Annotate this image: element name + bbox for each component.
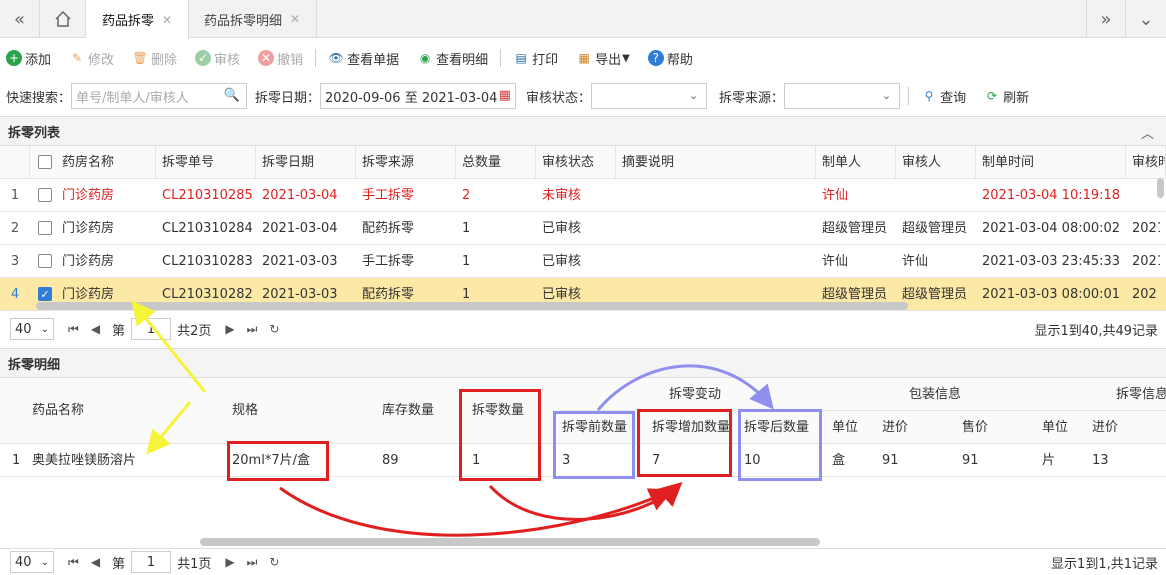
list-pager: 40 ⌄ ⏮ ◀ 第 1 共2页 ▶ ⏭ ↻ 显示1到40,共49记录	[0, 313, 1166, 345]
delete-button[interactable]: 🗑 删除	[132, 49, 177, 68]
refresh-button[interactable]: ⟳ 刷新	[984, 87, 1029, 106]
chevron-down-icon: ⌄	[40, 556, 49, 568]
table-row[interactable]: 3 门诊药房 CL210310283 2021-03-03 手工拆零 1 已审核…	[0, 245, 1166, 278]
chevron-down-icon[interactable]: ⌄	[1126, 0, 1166, 38]
view-document-button[interactable]: 👁 查看单据	[328, 49, 399, 68]
export-icon: ▦	[578, 51, 590, 65]
annotation-box-spec	[227, 441, 329, 481]
col-header[interactable]: 审核状态	[536, 146, 616, 179]
col-header[interactable]: 制单时间	[976, 146, 1126, 179]
chevron-down-icon: ⌄	[40, 323, 49, 335]
select-all-checkbox[interactable]	[38, 155, 52, 169]
row-checkbox-checked[interactable]: ✓	[38, 287, 52, 301]
next-page-icon[interactable]: ▶	[225, 322, 234, 336]
col-header[interactable]: 审核人	[896, 146, 976, 179]
next-page-icon[interactable]: ▶	[225, 555, 234, 569]
vertical-scrollbar[interactable]	[1157, 178, 1164, 198]
last-page-icon[interactable]: ⏭	[247, 555, 258, 570]
printer-icon: ▤	[515, 51, 527, 65]
red-arrow-spec	[279, 486, 674, 537]
col-header[interactable]: 药房名称	[56, 146, 156, 179]
pencil-icon: ✎	[71, 51, 83, 65]
last-page-icon[interactable]: ⏭	[247, 322, 258, 337]
annotation-box-increase	[637, 409, 732, 477]
query-button[interactable]: ⚲ 查询	[921, 87, 966, 106]
toolbar: + 添加 ✎ 修改 🗑 删除 ✓ 审核 ✕ 撤销 👁 查看单据 ◉ 查看明细 ▤ 打印 ▦ 导出 ▼…	[0, 40, 1166, 76]
audit-button[interactable]: ✓ 审核	[195, 49, 240, 68]
collapse-icon[interactable]: ︿	[1141, 123, 1154, 142]
red-arrow-qty	[488, 482, 683, 521]
row-checkbox[interactable]	[38, 188, 52, 202]
table-row[interactable]: 1 门诊药房 CL210310285 2021-03-04 手工拆零 2 未审核…	[0, 179, 1166, 212]
page-size-select[interactable]: 40 ⌄	[10, 551, 54, 573]
help-button[interactable]: ? 帮助	[647, 49, 693, 68]
split-list-grid: 药房名称 拆零单号 拆零日期 拆零来源 总数量 审核状态 摘要说明 制单人 审核…	[0, 146, 1166, 311]
help-icon: ?	[647, 50, 664, 66]
separator	[908, 87, 910, 105]
date-range-input[interactable]: 2020-09-06 至 2021-03-04 ▦	[320, 83, 517, 109]
check-icon: ✓	[195, 50, 212, 66]
split-list-panel-header: 拆零列表 ︿	[0, 116, 1166, 146]
calendar-icon[interactable]: ▦	[499, 88, 511, 103]
trash-icon: 🗑	[132, 51, 148, 65]
export-button[interactable]: ▦ 导出 ▼	[576, 49, 630, 68]
page-number-input[interactable]: 1	[131, 551, 172, 573]
col-header[interactable]: 拆零单号	[156, 146, 256, 179]
chevron-down-icon: ⌄	[881, 89, 892, 102]
quick-search-input[interactable]: 单号/制单人/审核人 🔍	[71, 83, 248, 109]
table-row[interactable]: 2 门诊药房 CL210310284 2021-03-04 配药拆零 1 已审核…	[0, 212, 1166, 245]
horizontal-scrollbar[interactable]	[200, 538, 820, 546]
eye-icon: ◉	[419, 51, 431, 65]
col-header[interactable]: 拆零日期	[256, 146, 356, 179]
reload-icon[interactable]: ↻	[269, 555, 279, 569]
collapse-left-icon[interactable]: «	[0, 0, 40, 38]
cancel-icon: ✕	[258, 50, 275, 66]
split-source-select[interactable]: ⌄	[784, 83, 901, 109]
print-button[interactable]: ▤ 打印	[513, 49, 558, 68]
scroll-right-icon[interactable]: »	[1086, 0, 1126, 38]
search-bar: 快速搜索： 单号/制单人/审核人 🔍 拆零日期： 2020-09-06 至 20…	[0, 78, 1166, 114]
chevron-down-icon: ⌄	[688, 89, 699, 102]
col-header[interactable]: 制单人	[816, 146, 896, 179]
plus-icon: +	[6, 50, 22, 66]
page-number-input[interactable]: 1	[131, 318, 172, 340]
prev-page-icon[interactable]: ◀	[91, 555, 100, 569]
add-button[interactable]: + 添加	[6, 49, 51, 68]
prev-page-icon[interactable]: ◀	[91, 322, 100, 336]
search-icon: 🔍	[223, 88, 241, 103]
home-icon[interactable]	[40, 0, 86, 38]
eye-icon: 👁	[328, 51, 344, 65]
revoke-button[interactable]: ✕ 撤销	[258, 49, 303, 68]
tab-drug-split-detail[interactable]: 药品拆零明细 ✕	[188, 0, 318, 38]
separator	[500, 49, 502, 67]
annotation-box-split-qty	[459, 389, 541, 481]
split-detail-panel-header: 拆零明细	[0, 348, 1166, 378]
separator	[315, 49, 317, 67]
first-page-icon[interactable]: ⏮	[68, 555, 79, 570]
col-header[interactable]: 审核时	[1126, 146, 1166, 179]
row-checkbox[interactable]	[38, 254, 52, 268]
horizontal-scrollbar[interactable]	[36, 302, 908, 310]
magnifier-icon: ⚲	[924, 89, 934, 103]
first-page-icon[interactable]: ⏮	[68, 322, 79, 337]
view-detail-button[interactable]: ◉ 查看明细	[417, 49, 488, 68]
detail-pager: 40 ⌄ ⏮ ◀ 第 1 共1页 ▶ ⏭ ↻ 显示1到1,共1记录	[0, 548, 1166, 575]
caret-down-icon: ▼	[622, 52, 630, 64]
row-checkbox[interactable]	[38, 221, 52, 235]
col-header[interactable]: 总数量	[456, 146, 536, 179]
reload-icon[interactable]: ↻	[269, 322, 279, 336]
annotation-box-before	[553, 411, 635, 479]
edit-button[interactable]: ✎ 修改	[69, 49, 114, 68]
tab-drug-split[interactable]: 药品拆零 ✕	[86, 0, 190, 39]
audit-status-select[interactable]: ⌄	[591, 83, 708, 109]
table-header-row: 药房名称 拆零单号 拆零日期 拆零来源 总数量 审核状态 摘要说明 制单人 审核…	[0, 146, 1166, 179]
close-icon[interactable]: ✕	[162, 13, 172, 27]
tab-bar: « 药品拆零 ✕ 药品拆零明细 ✕ » ⌄	[0, 0, 1166, 39]
refresh-icon: ⟳	[987, 89, 998, 103]
col-header[interactable]: 摘要说明	[616, 146, 816, 179]
close-icon[interactable]: ✕	[290, 12, 300, 26]
col-header[interactable]: 拆零来源	[356, 146, 456, 179]
annotation-box-after	[738, 409, 822, 481]
page-size-select[interactable]: 40 ⌄	[10, 318, 54, 340]
